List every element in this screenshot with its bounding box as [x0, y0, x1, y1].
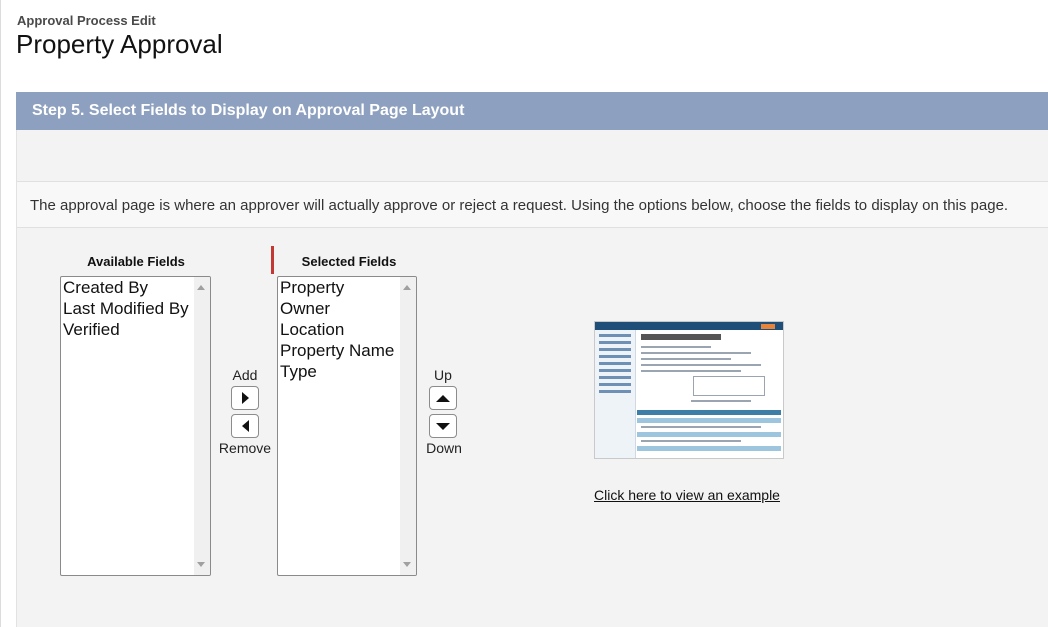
- available-fields-label: Available Fields: [87, 254, 185, 269]
- move-down-button[interactable]: [429, 414, 457, 438]
- list-option[interactable]: Type: [278, 361, 416, 382]
- scroll-up-arrow-icon[interactable]: [403, 285, 411, 290]
- view-example-link[interactable]: Click here to view an example: [594, 487, 780, 503]
- scroll-down-arrow-icon[interactable]: [197, 562, 205, 567]
- selected-fields-list[interactable]: Property Owner Location Property Name Type: [277, 276, 417, 576]
- list-option[interactable]: Property Name: [278, 340, 416, 361]
- description-row: The approval page is where an approver w…: [17, 181, 1048, 228]
- move-up-button[interactable]: [429, 386, 457, 410]
- selected-fields-label: Selected Fields: [301, 254, 397, 269]
- add-label: Add: [232, 367, 258, 383]
- list-option[interactable]: Created By: [61, 277, 210, 298]
- list-option[interactable]: Last Modified By: [61, 298, 210, 319]
- list-option[interactable]: Verified: [61, 319, 210, 340]
- triangle-right-icon: [241, 392, 249, 404]
- step-panel: The approval page is where an approver w…: [16, 130, 1048, 627]
- scroll-down-arrow-icon[interactable]: [403, 562, 411, 567]
- down-label: Down: [426, 440, 462, 456]
- list-option[interactable]: Location: [278, 319, 416, 340]
- add-button[interactable]: [231, 386, 259, 410]
- required-marker: [271, 246, 274, 274]
- breadcrumb: Approval Process Edit: [17, 13, 156, 28]
- list-option[interactable]: Property: [278, 277, 416, 298]
- remove-button[interactable]: [231, 414, 259, 438]
- scroll-up-arrow-icon[interactable]: [197, 285, 205, 290]
- remove-label: Remove: [218, 440, 272, 456]
- description-text: The approval page is where an approver w…: [30, 197, 1009, 214]
- triangle-down-icon: [436, 422, 450, 430]
- page-title: Property Approval: [16, 29, 223, 59]
- selected-scrollbar[interactable]: [400, 277, 416, 575]
- page-left-border: [0, 0, 1, 627]
- available-fields-list[interactable]: Created By Last Modified By Verified: [60, 276, 211, 576]
- up-label: Up: [434, 367, 452, 383]
- example-approval-page-thumbnail[interactable]: [594, 321, 784, 459]
- triangle-left-icon: [241, 420, 249, 432]
- list-option[interactable]: Owner: [278, 298, 416, 319]
- triangle-up-icon: [436, 394, 450, 402]
- available-scrollbar[interactable]: [194, 277, 210, 575]
- step-header: Step 5. Select Fields to Display on Appr…: [16, 92, 1048, 130]
